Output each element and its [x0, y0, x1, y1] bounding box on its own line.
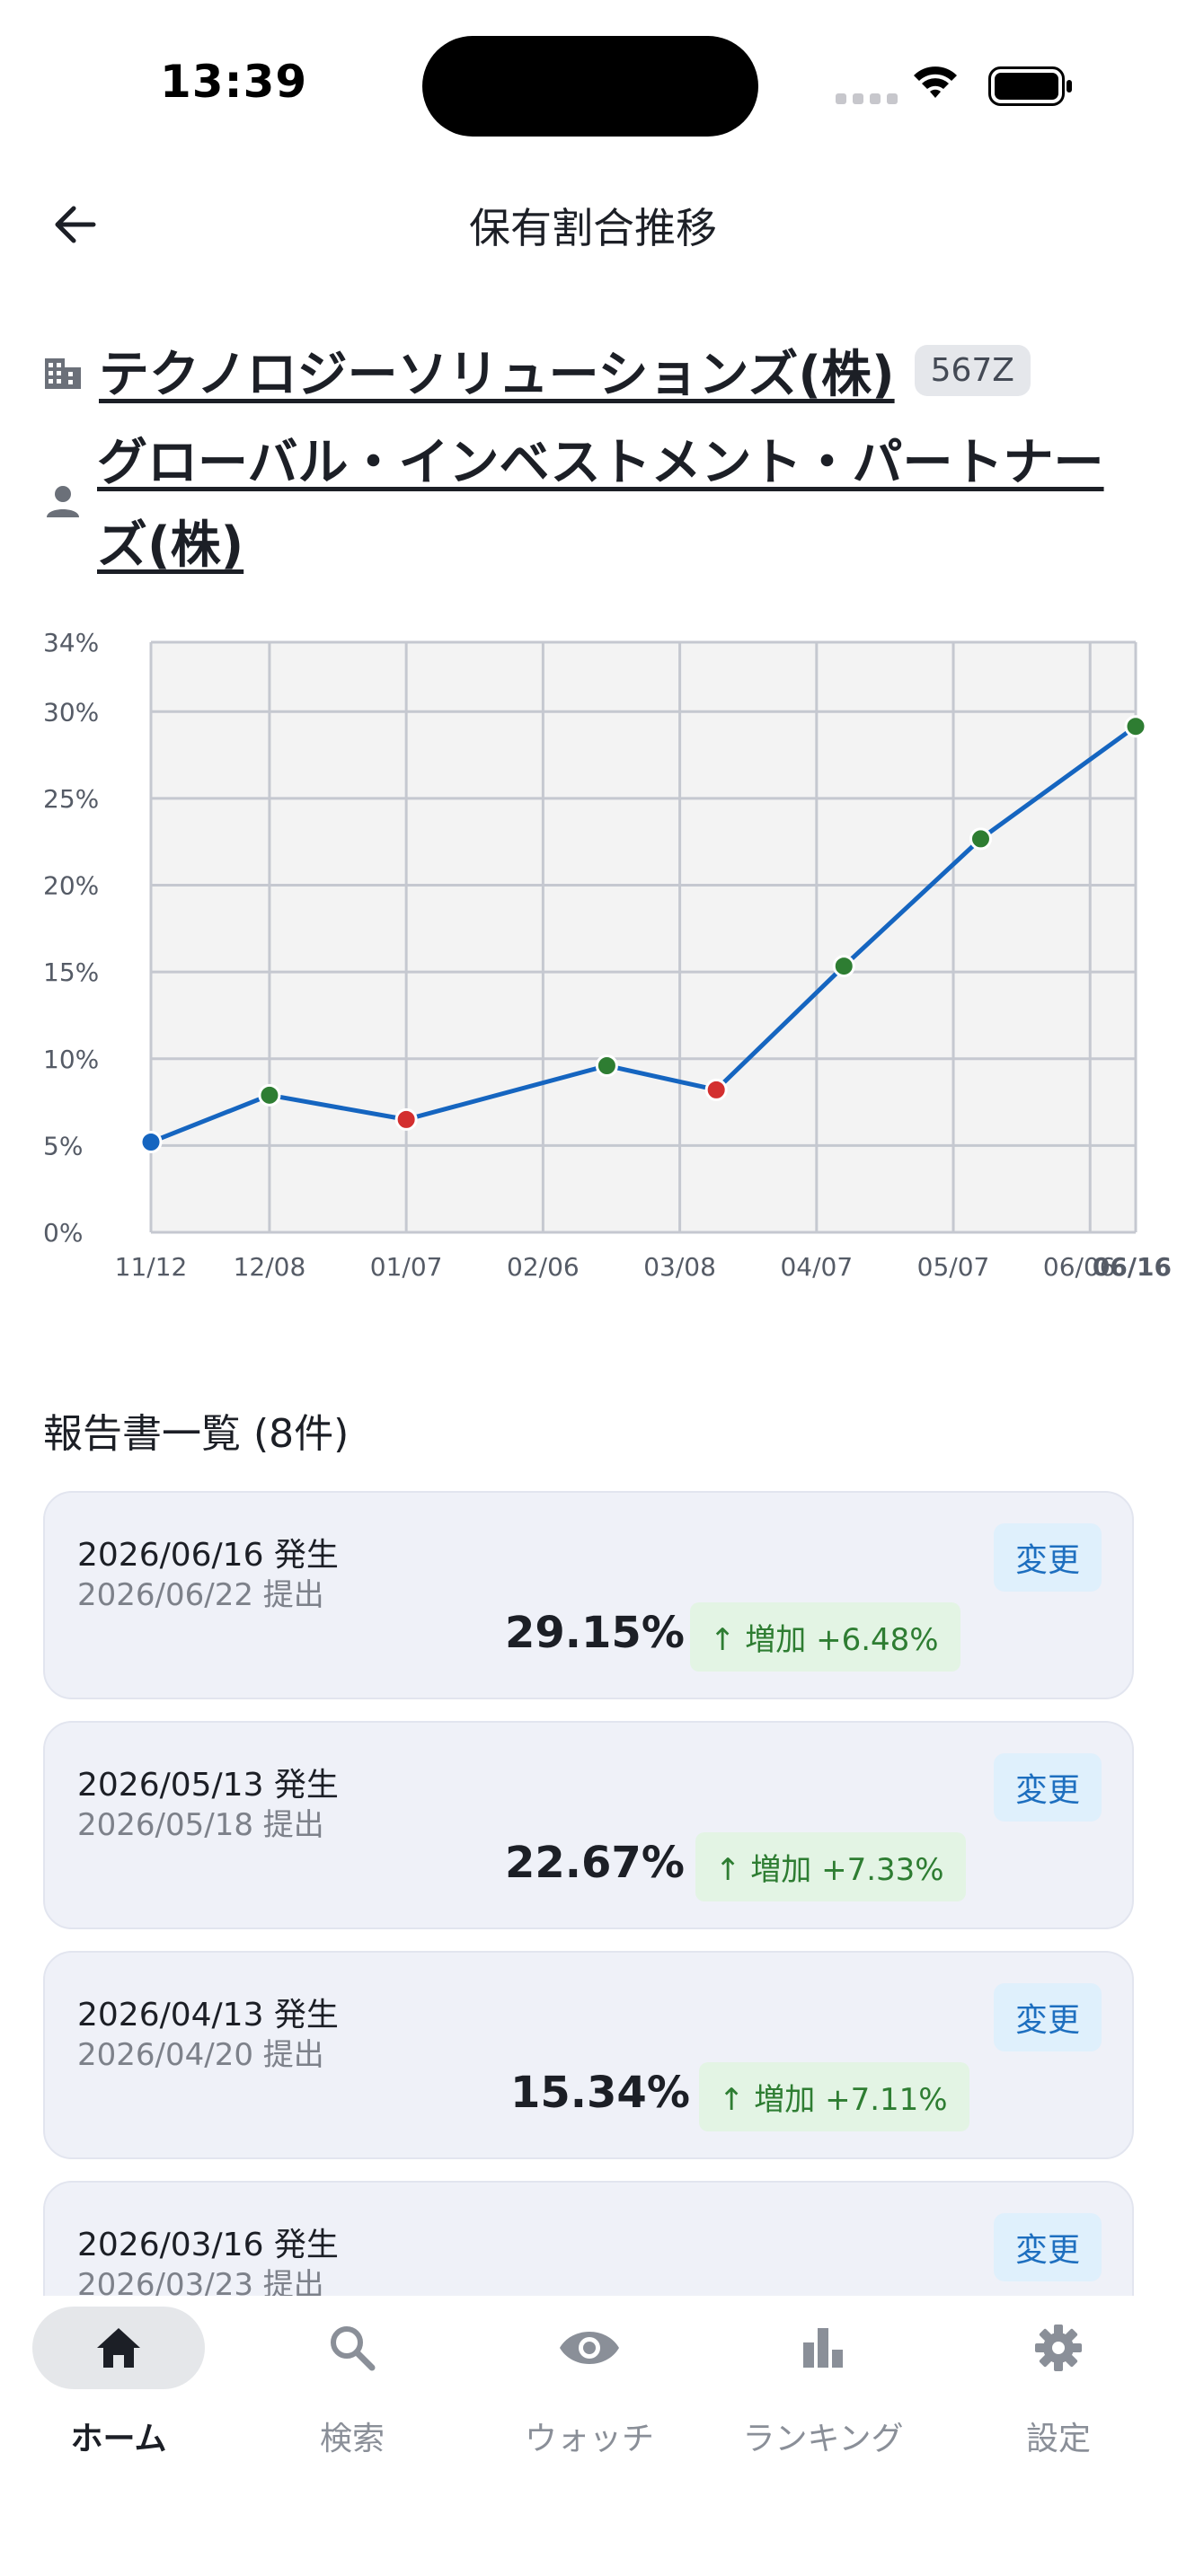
x-tick-label: 02/06 [507, 1252, 580, 1282]
change-badge: ↑ 増加 +7.11% [699, 2062, 969, 2131]
person-icon [47, 486, 79, 517]
y-tick-label: 0% [43, 1218, 83, 1248]
home-icon [97, 2328, 140, 2368]
y-tick-label: 30% [43, 697, 99, 727]
nav-ranking[interactable]: ランキング [724, 2307, 922, 2459]
change-badge: ↑ 増加 +6.48% [690, 1602, 960, 1672]
nav-home[interactable]: ホーム [31, 2307, 228, 2459]
building-icon [45, 357, 81, 389]
x-tick-label: 12/08 [234, 1252, 306, 1282]
company-row: テクノロジーソリューションズ(株) 567Z [43, 334, 1031, 407]
filed-date: 2026/04/20 提出 [77, 2037, 324, 2073]
nav-settings[interactable]: 設定 [960, 2307, 1157, 2459]
nav-label: ホーム [70, 2421, 167, 2457]
report-card[interactable]: 2026/06/16 発生 2026/06/22 提出 変更 29.15% ↑ … [43, 1491, 1134, 1699]
plot-area [151, 642, 1136, 1232]
bar-chart-icon [803, 2328, 843, 2368]
report-card[interactable]: 2026/04/13 発生 2026/04/20 提出 変更 15.34% ↑ … [43, 1951, 1134, 2159]
stock-code-badge: 567Z [914, 345, 1031, 396]
dynamic-island [422, 36, 758, 137]
nav-search[interactable]: 検索 [253, 2307, 451, 2459]
data-point [832, 955, 855, 978]
nav-label: 設定 [1025, 2421, 1091, 2457]
x-tick-label: 03/08 [643, 1252, 716, 1282]
report-type-badge: 変更 [993, 2213, 1102, 2281]
occurred-date: 2026/03/16 発生 [77, 2227, 339, 2263]
change-badge: ↑ 増加 +7.33% [695, 1832, 966, 1901]
holding-ratio: 15.34% [510, 2068, 690, 2118]
filed-date: 2026/06/22 提出 [77, 1577, 324, 1613]
holding-ratio: 22.67% [505, 1838, 685, 1888]
wifi-icon [914, 66, 957, 98]
nav-label: 検索 [319, 2421, 385, 2457]
y-tick-label: 34% [43, 628, 99, 657]
search-icon [331, 2326, 376, 2371]
report-type-badge: 変更 [993, 1983, 1102, 2051]
holder-name-link[interactable]: グローバル・インベストメント・パートナーズ(株) [97, 422, 1139, 587]
data-point [704, 1078, 728, 1101]
y-tick-label: 25% [43, 784, 99, 814]
eye-icon [560, 2332, 619, 2364]
data-point [139, 1131, 163, 1154]
nav-label: ランキング [742, 2421, 904, 2457]
data-point [394, 1107, 418, 1131]
y-tick-label: 10% [43, 1045, 99, 1074]
filed-date: 2026/05/18 提出 [77, 1807, 324, 1843]
nav-label: ウォッチ [524, 2421, 654, 2457]
data-point [1124, 715, 1147, 738]
occurred-date: 2026/06/16 発生 [77, 1537, 339, 1574]
status-time: 13:39 [160, 56, 308, 108]
x-tick-label: 04/07 [780, 1252, 853, 1282]
gear-icon [1035, 2325, 1082, 2371]
report-type-badge: 変更 [993, 1753, 1102, 1822]
data-point [258, 1083, 281, 1107]
holding-ratio: 29.15% [505, 1608, 685, 1658]
report-card[interactable]: 2026/05/13 発生 2026/05/18 提出 変更 22.67% ↑ … [43, 1721, 1134, 1929]
holding-ratio-chart: 0% 5% 10% 15% 20% 25% 30% 34% 11/12 12/08 01/07 02/… [43, 628, 1172, 1282]
y-tick-label: 5% [43, 1131, 83, 1160]
occurred-date: 2026/04/13 発生 [77, 1997, 339, 2033]
report-list-title: 報告書一覧 (8件) [43, 1411, 350, 1457]
page-title: 保有割合推移 [469, 204, 717, 252]
company-name-link[interactable]: テクノロジーソリューションズ(株) [99, 334, 895, 407]
x-tick-label: 11/12 [115, 1252, 188, 1282]
battery-icon [988, 66, 1072, 106]
x-tick-label: 06/16 [1093, 1252, 1172, 1282]
data-point [595, 1054, 618, 1077]
report-type-badge: 変更 [993, 1523, 1102, 1592]
y-tick-label: 20% [43, 871, 99, 901]
nav-watch[interactable]: ウォッチ [491, 2307, 688, 2459]
occurred-date: 2026/05/13 発生 [77, 1767, 339, 1804]
x-tick-label: 05/07 [917, 1252, 990, 1282]
data-point [969, 827, 992, 851]
x-tick-label: 01/07 [370, 1252, 443, 1282]
cellular-signal-icon [836, 93, 898, 104]
y-tick-label: 15% [43, 957, 99, 987]
